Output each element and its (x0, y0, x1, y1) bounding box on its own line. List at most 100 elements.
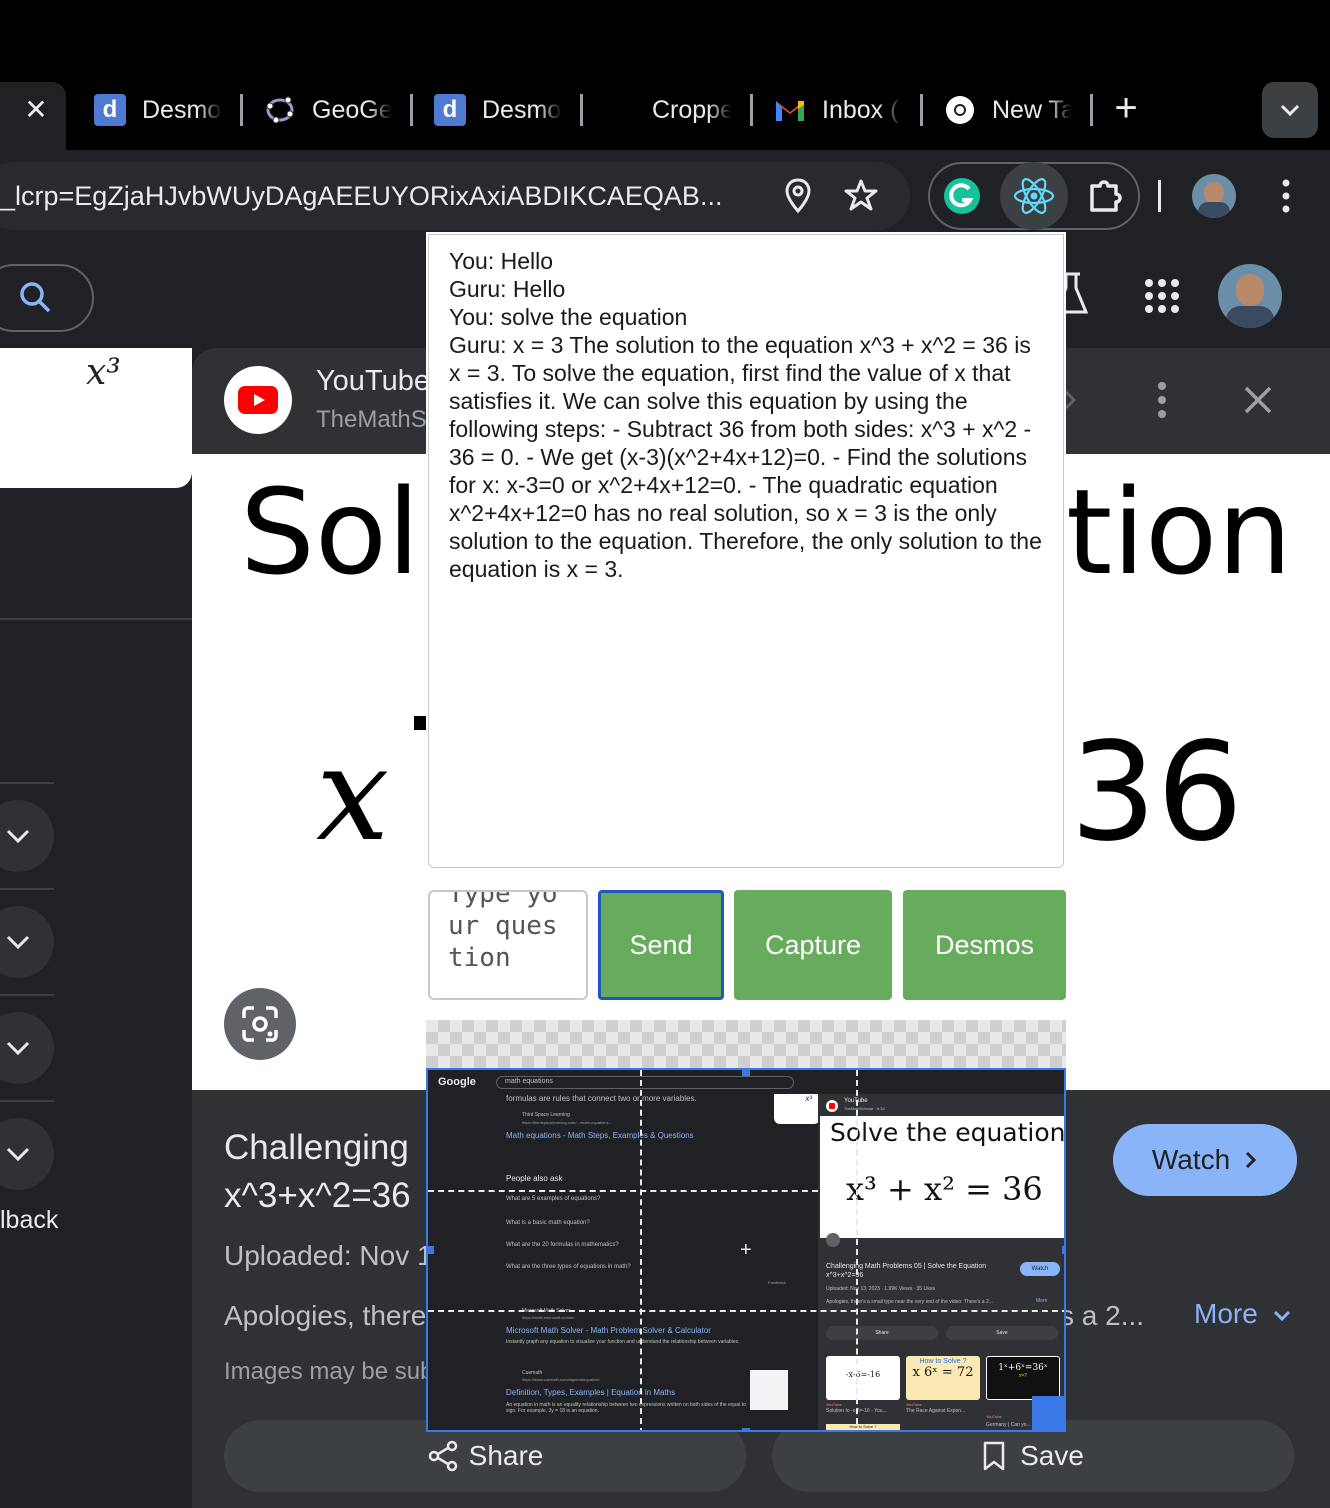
cap-feedback: Feedback (768, 1280, 786, 1285)
cap-r1-site: Third Space Learning (522, 1112, 570, 1118)
cap-q2: What is a basic math equation? (506, 1220, 590, 1226)
chat-message: Guru: x = 3 The solution to the equation… (449, 332, 1042, 582)
tab-geogebra[interactable]: GeoGe (264, 88, 404, 132)
video-title-right: tion (1066, 463, 1293, 601)
location-pin-icon[interactable] (784, 178, 812, 219)
crop-guide (428, 1310, 1064, 1312)
cap-search-query: math equations (505, 1078, 553, 1085)
cap-save: Save (946, 1326, 1058, 1340)
share-icon (428, 1440, 457, 1472)
react-icon[interactable] (1012, 176, 1056, 221)
desmos-button[interactable]: Desmos (903, 890, 1066, 1000)
tab-label: New Ta (992, 95, 1072, 124)
video-eq-36: 36 (1070, 714, 1244, 872)
send-button[interactable]: Send (598, 890, 724, 1000)
divider (0, 618, 192, 620)
cap-thumb-2: How to Solve ? x 6ˣ = 72 (906, 1356, 980, 1400)
cap-r1-url: https://thirdspacelearning.com/.../math-… (522, 1120, 612, 1125)
more-link[interactable]: More (1194, 1298, 1292, 1330)
apps-grid-icon[interactable] (1144, 278, 1180, 319)
cap-search-box: math equations (496, 1076, 794, 1089)
cap-thumb (750, 1370, 788, 1410)
google-account-avatar[interactable] (1218, 264, 1282, 328)
toolbar-divider (1158, 180, 1161, 212)
tab-gmail[interactable]: Inbox ( (774, 88, 904, 132)
cap-r3-desc: An equation in math is an equality relat… (506, 1402, 746, 1414)
cap-src-2: YouTube (906, 1402, 922, 1407)
chrome-icon (944, 94, 976, 126)
cap-formula-text: formulas are rules that connect two or m… (506, 1094, 697, 1103)
top-band (0, 0, 1330, 80)
cap-stats: Uploaded: Nov 13, 2023 · 1.99K Views · 3… (826, 1286, 936, 1292)
left-result-card[interactable]: x³ (0, 348, 192, 488)
youtube-logo-icon (224, 366, 292, 434)
crop-handle (428, 1246, 434, 1254)
video-eq-x: x (316, 718, 390, 870)
cap-r2-title: Microsoft Math Solver - Math Problem Sol… (506, 1326, 711, 1335)
tab-divider (580, 94, 583, 126)
extensions-puzzle-icon[interactable] (1088, 176, 1126, 219)
save-label: Save (1020, 1440, 1084, 1471)
crop-handle (742, 1070, 750, 1076)
crop-handle (742, 1428, 750, 1430)
crop-handle (1062, 1246, 1064, 1254)
tab-divider (1090, 94, 1093, 126)
cap-left-x3: x³ (805, 1094, 812, 1103)
cap-how: How to Solve ? (826, 1424, 900, 1430)
youtube-source-title[interactable]: YouTube (316, 365, 430, 398)
url-text[interactable]: _lcrp=EgZjaHJvbWUyDAgAEEUYORixAxiABDIKCA… (0, 176, 760, 216)
bookmark-star-icon[interactable] (844, 178, 878, 217)
cap-c2: The Race Against Expon... (906, 1408, 966, 1414)
bookmark-icon (983, 1441, 1005, 1471)
divider (0, 1100, 54, 1102)
tab-divider (240, 94, 243, 126)
cap-r3-title: Definition, Types, Examples | Equation i… (506, 1388, 676, 1397)
tab-new-tab[interactable]: New Ta (944, 88, 1074, 132)
crop-guide (640, 1070, 642, 1430)
tab-divider (410, 94, 413, 126)
close-tab-icon[interactable]: ✕ (22, 96, 50, 124)
cap-thumb-3: 1ˣ+6ˣ=36ˣ x=? (986, 1356, 1060, 1400)
cap-paa: People also ask (506, 1174, 563, 1183)
cap-thumb-1: -x-6=-16 (826, 1356, 900, 1400)
search-icon[interactable] (18, 280, 52, 319)
cap-t1: -x-6=-16 (845, 1370, 881, 1379)
capture-button[interactable]: Capture (734, 890, 892, 1000)
google-lens-icon[interactable] (224, 988, 296, 1060)
grammarly-icon[interactable] (942, 176, 982, 221)
new-tab-plus-icon[interactable]: + (1110, 88, 1142, 130)
tab-desmos-1[interactable]: d Desmo (94, 88, 234, 132)
share-label: Share (468, 1440, 544, 1471)
tab-divider (920, 94, 923, 126)
cap-c3: Germany | Can yo... (986, 1422, 1031, 1428)
transparent-area (426, 1020, 1066, 1070)
close-panel-icon[interactable] (1242, 384, 1274, 421)
divider (0, 782, 54, 784)
chevron-right-icon (1246, 1151, 1257, 1169)
cap-q4: What are the three types of equations in… (506, 1264, 631, 1270)
tab-cropped[interactable]: Croppe (652, 88, 746, 132)
browser-menu-icon[interactable] (1276, 178, 1296, 219)
cap-r1-title: Math equations - Math Steps, Examples & … (506, 1131, 694, 1140)
cap-t2-eq: x 6ˣ = 72 (912, 1365, 974, 1380)
youtube-channel: TheMathS (316, 406, 427, 433)
divider (0, 888, 54, 890)
captured-screenshot[interactable]: Google math equations formulas are rules… (426, 1068, 1066, 1432)
profile-avatar[interactable] (1192, 174, 1236, 218)
cap-yt-logo-icon (826, 1100, 838, 1112)
tab-desmos-2[interactable]: d Desmo (434, 88, 574, 132)
more-options-icon[interactable] (1152, 380, 1172, 425)
cap-selection-handle (1032, 1396, 1064, 1430)
tab-label: Desmo (142, 95, 222, 124)
tab-search-chevron-icon[interactable] (1262, 82, 1318, 138)
question-input[interactable]: Type your question (428, 890, 588, 1000)
video-eq-fragment (414, 716, 426, 730)
crosshair-icon: + (740, 1239, 752, 1261)
tab-divider (750, 94, 753, 126)
cap-yt-channel: TheMathScholar · 6:34 (844, 1106, 885, 1111)
crop-guide (856, 1070, 858, 1430)
watch-button[interactable]: Watch (1113, 1124, 1297, 1196)
feedback-label[interactable]: lback (0, 1206, 58, 1235)
tab-label: GeoGe (312, 95, 392, 124)
cap-watch-button: Watch (1020, 1262, 1060, 1276)
